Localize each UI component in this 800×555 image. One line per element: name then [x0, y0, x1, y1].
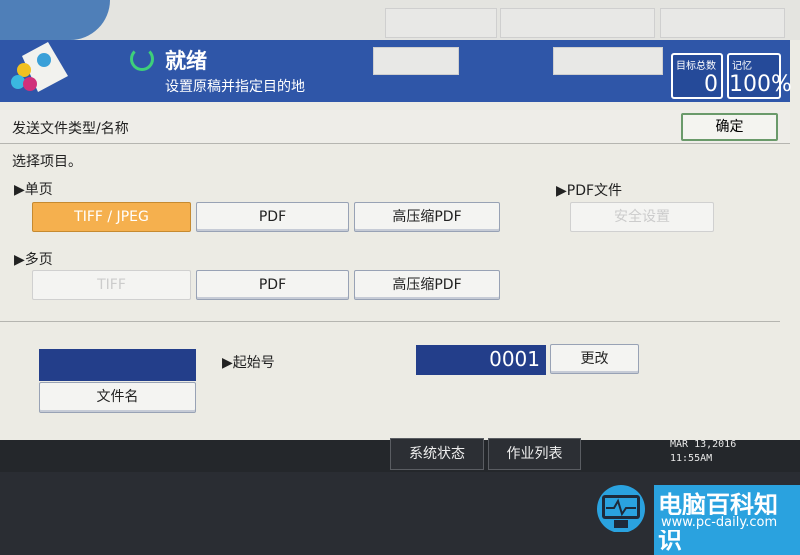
start-number-label: ▶起始号: [222, 355, 275, 371]
date: MAR 13,2016: [670, 439, 737, 450]
destination-count: 目标总数 0: [671, 53, 723, 99]
section-title: 发送文件类型/名称: [12, 121, 129, 137]
faded-top-button-3[interactable]: [660, 8, 785, 38]
status-subtitle: 设置原稿并指定目的地: [165, 79, 305, 95]
counter-value: 0: [704, 72, 718, 97]
ready-icon: [130, 47, 154, 71]
start-number-field: 0001: [416, 345, 546, 375]
memory-indicator: 记忆 100%: [727, 53, 792, 99]
faded-header-button-2[interactable]: [553, 47, 663, 75]
security-settings-button[interactable]: 安全设置: [570, 202, 714, 232]
single-high-compression-pdf-button[interactable]: 高压缩PDF: [354, 202, 500, 232]
ok-button[interactable]: 确定: [681, 113, 778, 141]
section-bar: 发送文件类型/名称: [0, 110, 790, 144]
single-tiff-jpeg-button[interactable]: TIFF / JPEG: [32, 202, 191, 232]
status-title: 就绪: [165, 49, 207, 73]
pdf-file-label: ▶PDF文件: [556, 183, 623, 199]
divider: [0, 321, 780, 322]
watermark-url: www.pc-daily.com: [658, 515, 781, 530]
multi-page-label: ▶多页: [14, 252, 53, 268]
faded-header-button-1[interactable]: [373, 47, 459, 75]
system-status-button[interactable]: 系统状态: [390, 438, 484, 470]
counter-value: 100%: [729, 72, 792, 97]
monitor-logo-icon: [597, 485, 645, 532]
faded-top-button-1[interactable]: [385, 8, 497, 38]
single-page-label: ▶单页: [14, 182, 53, 198]
prompt-text: 选择项目。: [12, 154, 82, 170]
single-pdf-button[interactable]: PDF: [196, 202, 349, 232]
scanner-logo-icon: [11, 42, 68, 92]
datetime: MAR 13,2016 11:55AM: [670, 438, 736, 466]
faded-top-button-2[interactable]: [500, 8, 655, 38]
multi-pdf-button[interactable]: PDF: [196, 270, 349, 300]
multi-tiff-button[interactable]: TIFF: [32, 270, 191, 300]
filename-field: [39, 349, 196, 381]
multi-high-compression-pdf-button[interactable]: 高压缩PDF: [354, 270, 500, 300]
time: 11:55AM: [670, 453, 713, 464]
filename-button[interactable]: 文件名: [39, 382, 196, 413]
watermark: 电脑百科知识 www.pc-daily.com: [592, 483, 800, 555]
job-list-button[interactable]: 作业列表: [488, 438, 581, 470]
change-button[interactable]: 更改: [550, 344, 639, 374]
screen: 就绪 设置原稿并指定目的地 目标总数 0 记忆 100% 发送文件类型/名称 确…: [0, 0, 800, 440]
